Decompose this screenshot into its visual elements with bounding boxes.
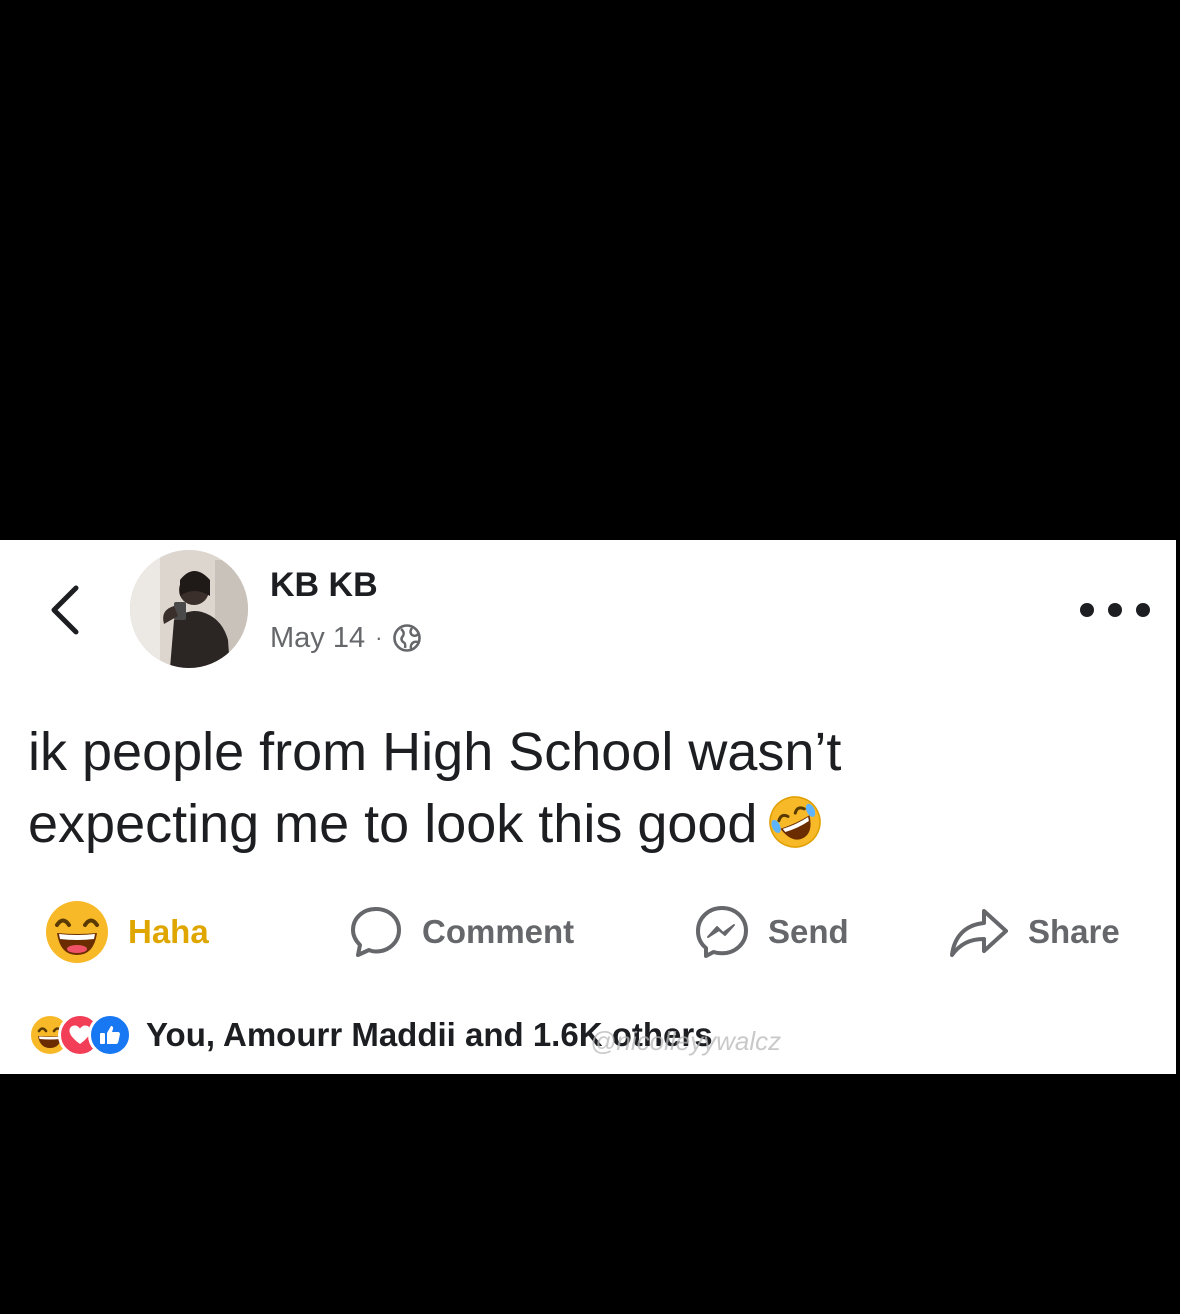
like-reaction-icon xyxy=(88,1013,132,1057)
reaction-icons xyxy=(28,1013,132,1057)
globe-icon xyxy=(393,624,422,652)
comment-button[interactable]: Comment xyxy=(348,895,574,969)
rolling-laughing-emoji-icon xyxy=(767,794,823,868)
haha-emoji-icon xyxy=(46,901,108,963)
back-button[interactable] xyxy=(34,580,94,640)
haha-label: Haha xyxy=(128,913,209,950)
chevron-left-icon xyxy=(51,585,79,635)
haha-reaction-button[interactable]: Haha xyxy=(44,895,209,969)
more-dot-icon xyxy=(1108,603,1122,617)
share-label: Share xyxy=(1028,913,1120,950)
comment-icon xyxy=(351,907,401,957)
share-button[interactable]: Share xyxy=(948,895,1120,969)
post-meta: May 14 · xyxy=(270,618,422,658)
more-options-button[interactable] xyxy=(1080,590,1150,630)
post-text-line-2: expecting me to look this good xyxy=(28,794,758,854)
screen: KB KB May 14 · ik people from High Schoo… xyxy=(0,0,1180,1314)
post-text-line-1: ik people from High School wasn’t xyxy=(28,722,842,782)
more-dot-icon xyxy=(1080,603,1094,617)
post-date[interactable]: May 14 xyxy=(270,622,365,655)
messenger-icon xyxy=(696,906,748,958)
author-name[interactable]: KB KB xyxy=(270,566,378,605)
send-button[interactable]: Send xyxy=(694,895,849,969)
more-dot-icon xyxy=(1136,603,1150,617)
comment-label: Comment xyxy=(422,913,575,950)
meta-separator: · xyxy=(375,625,383,650)
avatar-photo xyxy=(130,550,248,668)
watermark: @nicolleyywalcz xyxy=(590,1026,782,1056)
share-arrow-icon xyxy=(950,909,1008,957)
action-bar: Haha Comment Send Share xyxy=(0,895,1176,969)
avatar[interactable] xyxy=(130,550,248,668)
post-text: ik people from High School wasn’t expect… xyxy=(28,716,1028,868)
send-label: Send xyxy=(768,913,849,950)
